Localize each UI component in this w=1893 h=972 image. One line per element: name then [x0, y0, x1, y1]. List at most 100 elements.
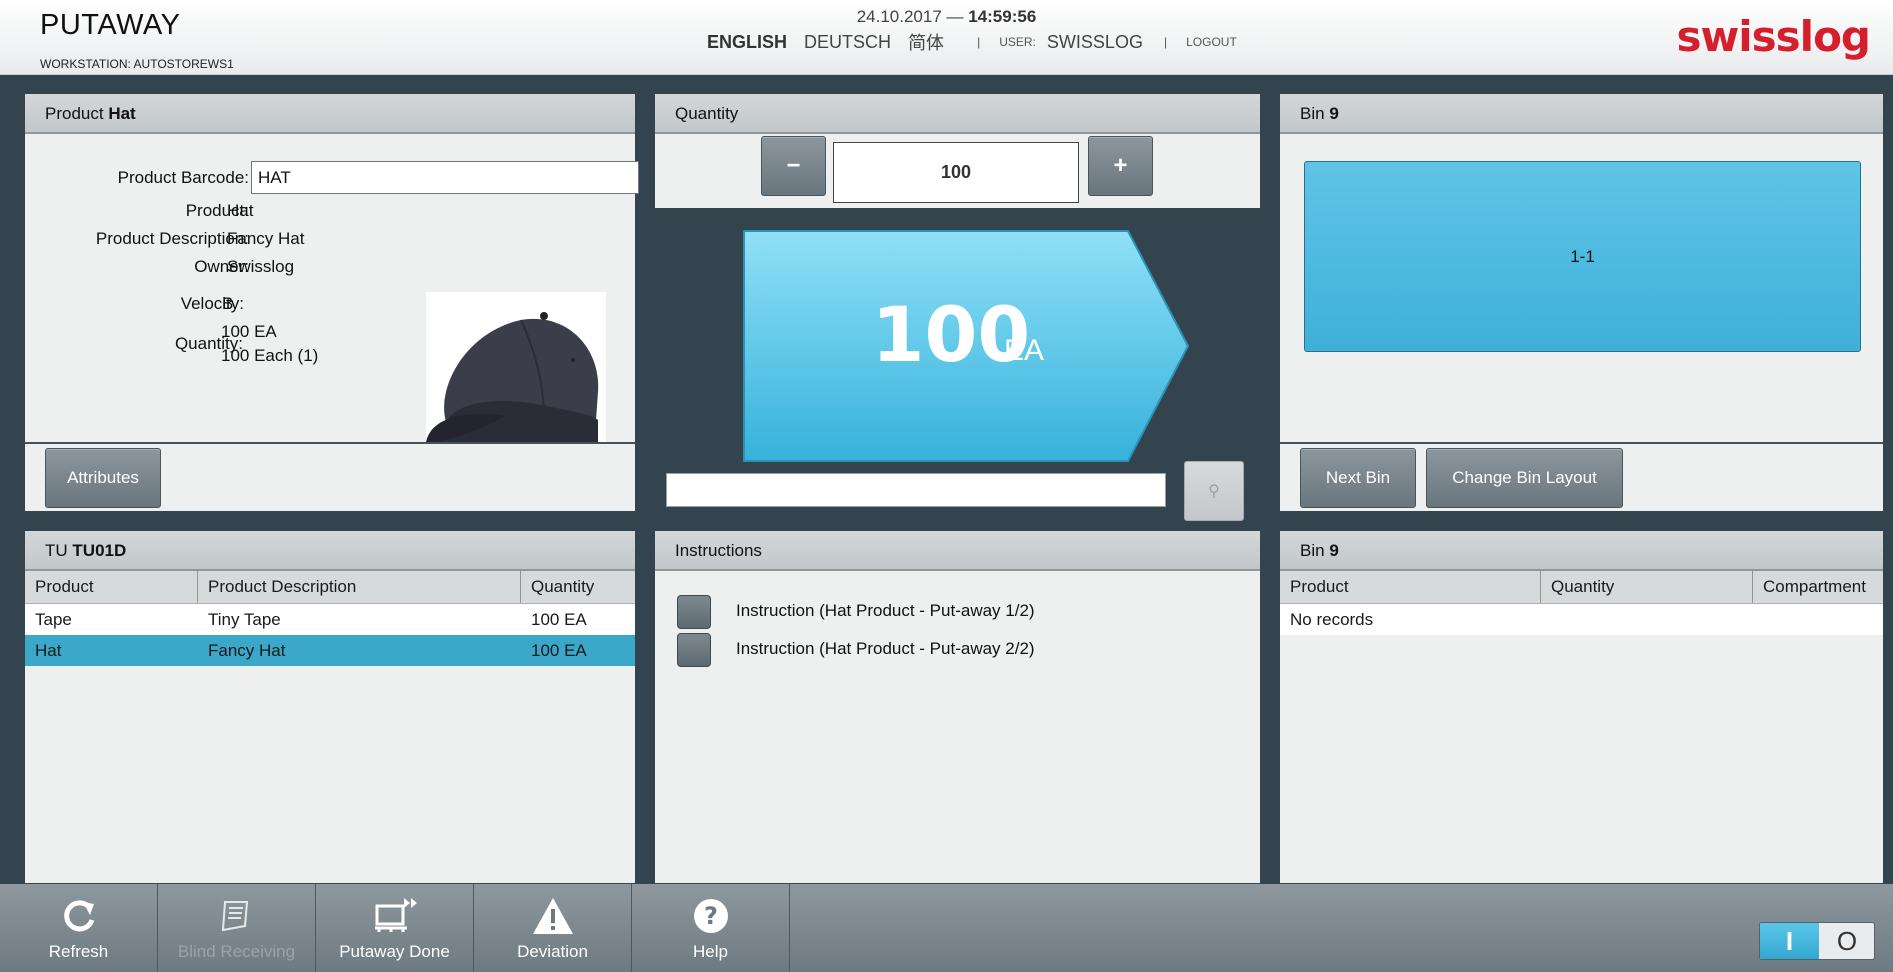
toolbar-label: Blind Receiving	[177, 942, 296, 961]
quantity-value-ea: 100 EA	[221, 322, 277, 341]
toolbar-label: Deviation	[517, 942, 588, 961]
owner-value: Swisslog	[227, 257, 295, 276]
column-header-description[interactable]: Product Description	[198, 571, 521, 603]
cell-product: Hat	[35, 641, 62, 660]
toggle-off[interactable]: O	[1819, 923, 1874, 959]
power-toggle[interactable]: I O	[1759, 922, 1875, 960]
putaway-done-button[interactable]: Putaway Done	[316, 884, 474, 972]
cell-quantity: 100 EA	[531, 641, 587, 660]
bin-number: 9	[1329, 541, 1339, 560]
refresh-button[interactable]: Refresh	[0, 884, 158, 972]
description-value: Fancy Hat	[227, 229, 305, 248]
column-header-quantity[interactable]: Quantity	[521, 571, 635, 603]
time-text: 14:59:56	[968, 7, 1037, 26]
instructions-panel-header: Instructions	[655, 531, 1260, 571]
tu-panel: TU TU01D Product Product Description Qua…	[25, 531, 635, 883]
column-header-quantity[interactable]: Quantity	[1541, 571, 1753, 603]
warning-icon	[532, 898, 573, 934]
table-header: Product Product Description Quantity	[25, 571, 635, 604]
barcode-label: Product Barcode:	[117, 168, 249, 187]
deviation-button[interactable]: Deviation	[474, 884, 632, 972]
panel-title-prefix: Product	[45, 104, 104, 123]
toggle-on[interactable]: I	[1760, 923, 1819, 959]
table-row[interactable]: Tape Tiny Tape 100 EA	[25, 604, 635, 635]
cell-product: Tape	[35, 610, 72, 629]
bin-contents-header: Bin 9	[1280, 531, 1883, 571]
logout-link[interactable]: LOGOUT	[1186, 35, 1237, 49]
svg-text:?: ?	[704, 902, 718, 930]
workstation-label: WORKSTATION: AUTOSTOREWS1	[40, 57, 234, 71]
bin-number: 9	[1329, 104, 1339, 123]
quantity-input[interactable]: 100	[833, 142, 1079, 203]
refresh-icon	[63, 900, 94, 932]
cell-description: Tiny Tape	[208, 610, 281, 629]
no-records-text: No records	[1290, 610, 1374, 629]
bottom-toolbar: Refresh Blind Receiving Putaway Done Dev…	[0, 884, 1893, 972]
instructions-panel: Instructions Instruction (Hat Product - …	[655, 531, 1260, 883]
help-button[interactable]: ? Help	[632, 884, 790, 972]
column-header-product[interactable]: Product	[25, 571, 198, 603]
user-name: SWISSLOG	[1046, 31, 1143, 52]
table-header: Product Quantity Compartment	[1280, 571, 1883, 604]
instruction-checkbox[interactable]	[677, 595, 711, 629]
empty-row: No records	[1280, 604, 1883, 635]
next-bin-button[interactable]: Next Bin	[1300, 448, 1416, 508]
cell-quantity: 100 EA	[531, 610, 587, 629]
quantity-panel: Quantity − + 100 100 EA ⚲	[655, 94, 1260, 521]
tu-id: TU01D	[72, 541, 127, 560]
blind-receiving-button[interactable]: Blind Receiving	[158, 884, 316, 972]
bin-contents-panel: Bin 9 Product Quantity Compartment No re…	[1280, 531, 1883, 883]
swisslog-logo: swisslog	[1676, 12, 1871, 61]
search-button[interactable]: ⚲	[1184, 461, 1244, 521]
tu-panel-header: TU TU01D	[25, 531, 635, 571]
toolbar-label: Putaway Done	[339, 942, 450, 961]
toolbar-label: Help	[693, 942, 728, 961]
instruction-checkbox[interactable]	[677, 633, 711, 667]
help-icon: ?	[693, 899, 728, 933]
panel-divider	[25, 442, 635, 444]
datetime: 24.10.2017 — 14:59:56	[0, 7, 1893, 27]
lang-english-link[interactable]: ENGLISH	[707, 32, 787, 53]
quantity-big-unit: EA	[1004, 334, 1045, 367]
table-row-selected[interactable]: Hat Fancy Hat 100 EA	[25, 635, 635, 666]
velocity-label: Velocity:	[180, 294, 244, 313]
search-icon: ⚲	[1208, 483, 1220, 500]
language-bar: ENGLISH DEUTSCH 简体 | USER: SWISSLOG | LO…	[707, 29, 1237, 55]
change-bin-layout-button[interactable]: Change Bin Layout	[1426, 448, 1623, 508]
bin-compartment[interactable]: 1-1	[1304, 161, 1861, 352]
pallet-forward-icon	[374, 898, 417, 932]
instruction-text: Instruction (Hat Product - Put-away 2/2)	[736, 639, 1035, 658]
decrement-button[interactable]: −	[761, 136, 826, 196]
date-text: 24.10.2017 —	[856, 7, 964, 26]
panel-title-prefix: Bin	[1300, 541, 1325, 560]
separator: |	[977, 35, 981, 49]
product-panel-header: Product Hat	[25, 94, 635, 134]
panel-divider	[1280, 442, 1883, 444]
column-header-compartment[interactable]: Compartment	[1753, 571, 1883, 603]
velocity-value: B	[222, 294, 234, 313]
instruction-text: Instruction (Hat Product - Put-away 1/2)	[736, 601, 1035, 620]
bin-panel-header: Bin 9	[1280, 94, 1883, 134]
cell-description: Fancy Hat	[208, 641, 286, 660]
user-label: USER:	[999, 35, 1036, 49]
lang-chinese-link[interactable]: 简体	[908, 29, 944, 55]
app-header: PUTAWAY WORKSTATION: AUTOSTOREWS1 24.10.…	[0, 0, 1893, 75]
scan-input[interactable]	[666, 473, 1166, 507]
increment-button[interactable]: +	[1088, 136, 1153, 196]
column-header-product[interactable]: Product	[1280, 571, 1541, 603]
product-value: Hat	[227, 201, 254, 220]
barcode-input[interactable]	[251, 161, 639, 194]
panel-title-prefix: TU	[45, 541, 68, 560]
panel-title-name: Hat	[108, 104, 136, 123]
separator: |	[1163, 35, 1168, 49]
toolbar-label: Refresh	[48, 942, 109, 961]
product-panel: Product Hat Product Barcode: Product: Ha…	[25, 94, 639, 511]
panel-title-prefix: Bin	[1300, 104, 1325, 123]
lang-deutsch-link[interactable]: DEUTSCH	[804, 32, 891, 53]
quantity-panel-header: Quantity	[655, 94, 1260, 134]
product-image	[426, 292, 606, 442]
attributes-button[interactable]: Attributes	[45, 448, 161, 508]
quantity-value-each: 100 Each (1)	[221, 346, 319, 365]
receipt-icon	[221, 901, 248, 932]
bin-panel: Bin 9 1-1 Next Bin Change Bin Layout	[1280, 94, 1883, 511]
